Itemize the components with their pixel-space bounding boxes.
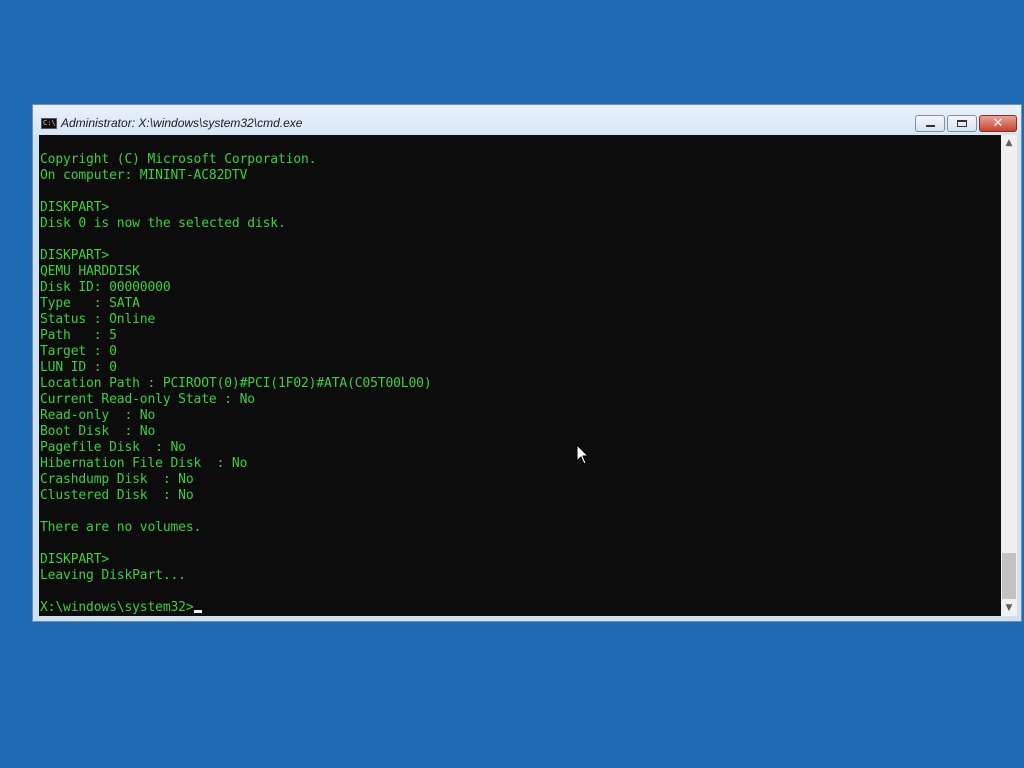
- close-icon: ✕: [992, 116, 1004, 131]
- console-line: On computer: MININT-AC82DTV: [40, 168, 248, 183]
- console-line: Hibernation File Disk : No: [40, 456, 248, 471]
- console-line: DISKPART>: [40, 552, 110, 567]
- console-line: LUN ID : 0: [40, 360, 117, 375]
- title-bar[interactable]: C:\ Administrator: X:\windows\system32\c…: [33, 105, 1021, 135]
- console-line: Status : Online: [40, 312, 156, 327]
- console-line: Clustered Disk : No: [40, 488, 194, 503]
- scrollbar-thumb[interactable]: [1002, 553, 1016, 599]
- scroll-up-button[interactable]: ▲: [1001, 135, 1017, 151]
- console-line: Boot Disk : No: [40, 424, 156, 439]
- console-line: Location Path : PCIROOT(0)#PCI(1F02)#ATA…: [40, 376, 432, 391]
- console-line: Read-only : No: [40, 408, 156, 423]
- mouse-pointer-icon: [576, 444, 590, 465]
- text-cursor: [193, 610, 202, 613]
- minimize-icon: [926, 125, 935, 127]
- console-line: DISKPART>: [40, 200, 110, 215]
- console-line: Pagefile Disk : No: [40, 440, 186, 455]
- chevron-down-icon: ▼: [1005, 603, 1013, 613]
- close-button[interactable]: ✕: [979, 115, 1017, 132]
- maximize-button[interactable]: [947, 115, 977, 132]
- console-line: Crashdump Disk : No: [40, 472, 194, 487]
- desktop-background: C:\ Administrator: X:\windows\system32\c…: [0, 0, 1024, 768]
- chevron-up-icon: ▲: [1005, 138, 1013, 148]
- console-output-area[interactable]: Copyright (C) Microsoft Corporation. On …: [39, 135, 1001, 616]
- console-line: DISKPART>: [40, 248, 110, 263]
- console-line: Type : SATA: [40, 296, 140, 311]
- command-prompt: X:\windows\system32>: [40, 600, 194, 615]
- console-line: Disk 0 is now the selected disk.: [40, 216, 286, 231]
- vertical-scrollbar[interactable]: ▲ ▼: [1001, 135, 1017, 616]
- cmd-window[interactable]: C:\ Administrator: X:\windows\system32\c…: [32, 104, 1022, 622]
- scroll-down-button[interactable]: ▼: [1001, 600, 1017, 616]
- window-title: Administrator: X:\windows\system32\cmd.e…: [61, 116, 303, 130]
- console-line: Copyright (C) Microsoft Corporation.: [40, 152, 317, 167]
- console-line: QEMU HARDDISK: [40, 264, 140, 279]
- cmd-app-icon[interactable]: C:\: [41, 118, 57, 129]
- console-line: Current Read-only State : No: [40, 392, 255, 407]
- console-line: Path : 5: [40, 328, 117, 343]
- console-lines: Copyright (C) Microsoft Corporation. On …: [40, 152, 432, 616]
- prompt-line[interactable]: X:\windows\system32>: [40, 600, 432, 616]
- maximize-icon: [957, 120, 967, 127]
- console-line: Leaving DiskPart...: [40, 568, 186, 583]
- console-line: Disk ID: 00000000: [40, 280, 171, 295]
- console-line: Target : 0: [40, 344, 117, 359]
- console-line: There are no volumes.: [40, 520, 202, 535]
- minimize-button[interactable]: [915, 115, 945, 132]
